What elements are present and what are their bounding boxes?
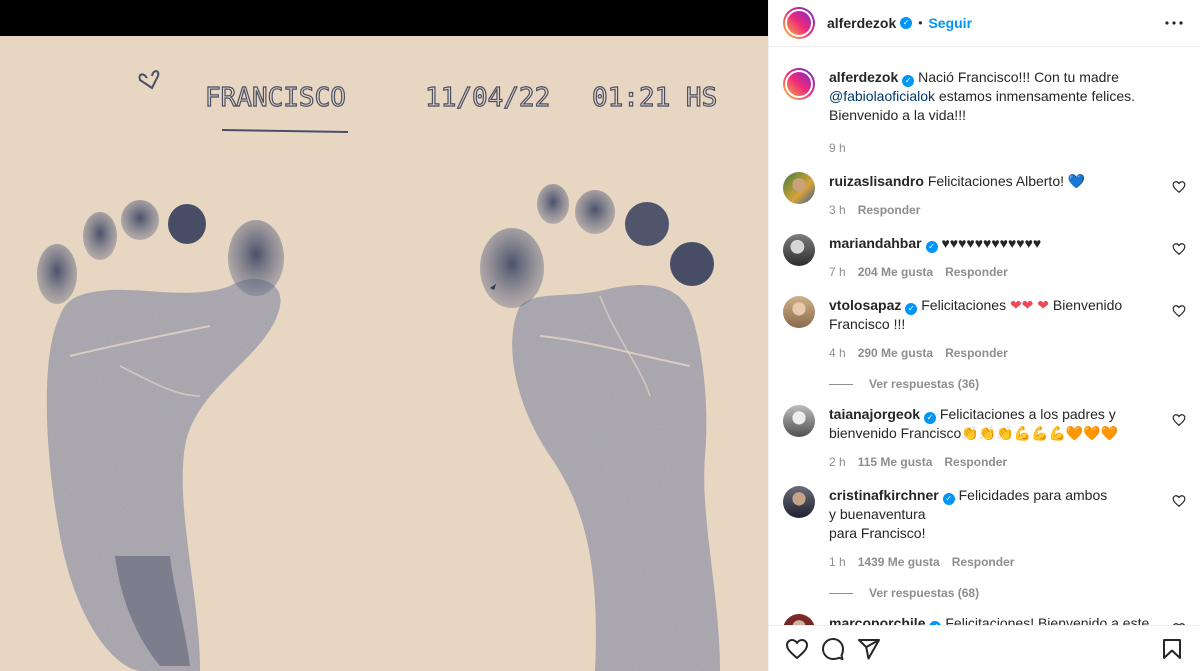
follow-button[interactable]: Seguir bbox=[928, 15, 972, 31]
reply-button[interactable]: Responder bbox=[945, 344, 1008, 363]
comment-item: vtolosapaz ✓ Felicitaciones ❤❤ ❤ Bienveni… bbox=[783, 296, 1186, 363]
comment-username[interactable]: cristinafkirchner bbox=[829, 487, 939, 503]
owner-username[interactable]: alferdezok bbox=[827, 15, 896, 31]
share-icon[interactable] bbox=[853, 633, 885, 665]
comment-username[interactable]: taianajorgeok bbox=[829, 406, 920, 422]
post-caption: alferdezok ✓ Nació Francisco!!! Con tu ma… bbox=[783, 48, 1186, 158]
comment-time[interactable]: 1 h bbox=[829, 553, 846, 572]
comment-time[interactable]: 4 h bbox=[829, 344, 846, 363]
caption-body: alferdezok ✓ Nació Francisco!!! Con tu ma… bbox=[829, 68, 1186, 158]
caption-mention[interactable]: @fabiolaoficialok bbox=[829, 88, 935, 104]
comment-item: taianajorgeok ✓ Felicitaciones a los padr… bbox=[783, 405, 1186, 472]
comment-text: Felicitaciones Alberto! bbox=[927, 173, 1068, 189]
comment-time[interactable]: 2 h bbox=[829, 453, 846, 472]
handwritten-time: 01:21 HS bbox=[592, 83, 717, 113]
caption-time: 9 h bbox=[829, 141, 846, 155]
comment-time[interactable]: 7 h bbox=[829, 263, 846, 282]
comment-time[interactable]: 3 h bbox=[829, 201, 846, 220]
view-replies-button[interactable]: Ver respuestas (68) bbox=[829, 586, 1186, 600]
verified-badge-icon: ✓ bbox=[900, 17, 913, 29]
separator-dot: • bbox=[918, 16, 923, 30]
comment-username[interactable]: ruizaslisandro bbox=[829, 173, 924, 189]
owner-avatar[interactable] bbox=[783, 7, 815, 39]
commenter-avatar[interactable] bbox=[783, 296, 815, 328]
post-photo[interactable]: FRANCISCO 11/04/22 01:21 HS bbox=[0, 36, 768, 671]
verified-badge-icon: ✓ bbox=[942, 493, 955, 505]
heart-icon[interactable] bbox=[781, 633, 813, 665]
commenter-avatar[interactable] bbox=[783, 486, 815, 518]
comment-emoji: 💙 bbox=[1067, 173, 1086, 189]
commenter-avatar[interactable] bbox=[783, 172, 815, 204]
comment-item: ruizaslisandro Felicitaciones Alberto! 💙… bbox=[783, 172, 1186, 220]
comment-emoji: ❤❤ ❤ bbox=[1009, 297, 1050, 313]
post-action-bar bbox=[769, 625, 1200, 671]
comment-like-heart-icon[interactable] bbox=[1172, 494, 1186, 508]
caption-username[interactable]: alferdezok bbox=[829, 69, 898, 85]
comment-username[interactable]: vtolosapaz bbox=[829, 297, 901, 313]
reply-button[interactable]: Responder bbox=[858, 201, 921, 220]
comment-likes[interactable]: 115 Me gusta bbox=[858, 453, 933, 472]
instagram-post-modal: FRANCISCO 11/04/22 01:21 HS alferdezok ✓… bbox=[0, 0, 1200, 671]
footprints-image: FRANCISCO 11/04/22 01:21 HS bbox=[0, 36, 768, 671]
comment-item: cristinafkirchner ✓ Felicidades para ambo… bbox=[783, 486, 1186, 572]
commenter-avatar[interactable] bbox=[783, 234, 815, 266]
post-side-panel: alferdezok ✓ • Seguir alferdezok ✓ Nació … bbox=[768, 0, 1200, 671]
comment-text: Felicitaciones bbox=[921, 297, 1010, 313]
verified-badge-icon: ✓ bbox=[925, 241, 938, 253]
comment-username[interactable]: marcoporchile bbox=[829, 615, 925, 625]
comments-list[interactable]: alferdezok ✓ Nació Francisco!!! Con tu ma… bbox=[769, 48, 1200, 625]
view-replies-label: Ver respuestas (36) bbox=[869, 377, 980, 391]
comment-like-heart-icon[interactable] bbox=[1172, 242, 1186, 256]
comment-emoji: 👏👏👏💪💪💪🧡🧡🧡 bbox=[961, 425, 1119, 441]
more-options-icon[interactable] bbox=[1162, 11, 1186, 35]
verified-badge-icon: ✓ bbox=[902, 75, 915, 87]
commenter-avatar[interactable] bbox=[783, 614, 815, 625]
commenter-avatar[interactable] bbox=[783, 405, 815, 437]
post-photo-pane: FRANCISCO 11/04/22 01:21 HS bbox=[0, 0, 768, 671]
replies-divider bbox=[829, 383, 853, 385]
comment-username[interactable]: mariandahbar bbox=[829, 235, 922, 251]
comment-like-heart-icon[interactable] bbox=[1172, 304, 1186, 318]
view-replies-button[interactable]: Ver respuestas (36) bbox=[829, 377, 1186, 391]
comment-item: marcoporchile✓ Felicitaciones! Bienvenid… bbox=[783, 614, 1186, 625]
comment-icon[interactable] bbox=[817, 633, 849, 665]
handwritten-name: FRANCISCO bbox=[205, 83, 346, 113]
handwritten-date: 11/04/22 bbox=[425, 83, 550, 113]
comment-like-heart-icon[interactable] bbox=[1172, 180, 1186, 194]
comment-emoji: ♥♥♥♥♥♥♥♥♥♥♥♥ bbox=[941, 235, 1042, 251]
comment-item: mariandahbar ✓ ♥♥♥♥♥♥♥♥♥♥♥♥ 7 h 204 Me gu… bbox=[783, 234, 1186, 282]
post-header: alferdezok ✓ • Seguir bbox=[769, 0, 1200, 47]
verified-badge-icon: ✓ bbox=[924, 412, 937, 424]
comment-likes[interactable]: 204 Me gusta bbox=[858, 263, 933, 282]
bookmark-icon[interactable] bbox=[1156, 633, 1188, 665]
comment-likes[interactable]: 1439 Me gusta bbox=[858, 553, 940, 572]
caption-text-start: Nació Francisco!!! Con tu madre bbox=[918, 69, 1119, 85]
view-replies-label: Ver respuestas (68) bbox=[869, 586, 980, 600]
reply-button[interactable]: Responder bbox=[944, 453, 1007, 472]
replies-divider bbox=[829, 592, 853, 594]
reply-button[interactable]: Responder bbox=[952, 553, 1015, 572]
comment-likes[interactable]: 290 Me gusta bbox=[858, 344, 933, 363]
caption-avatar[interactable] bbox=[783, 68, 815, 100]
verified-badge-icon: ✓ bbox=[905, 303, 918, 315]
comment-like-heart-icon[interactable] bbox=[1172, 413, 1186, 427]
reply-button[interactable]: Responder bbox=[945, 263, 1008, 282]
